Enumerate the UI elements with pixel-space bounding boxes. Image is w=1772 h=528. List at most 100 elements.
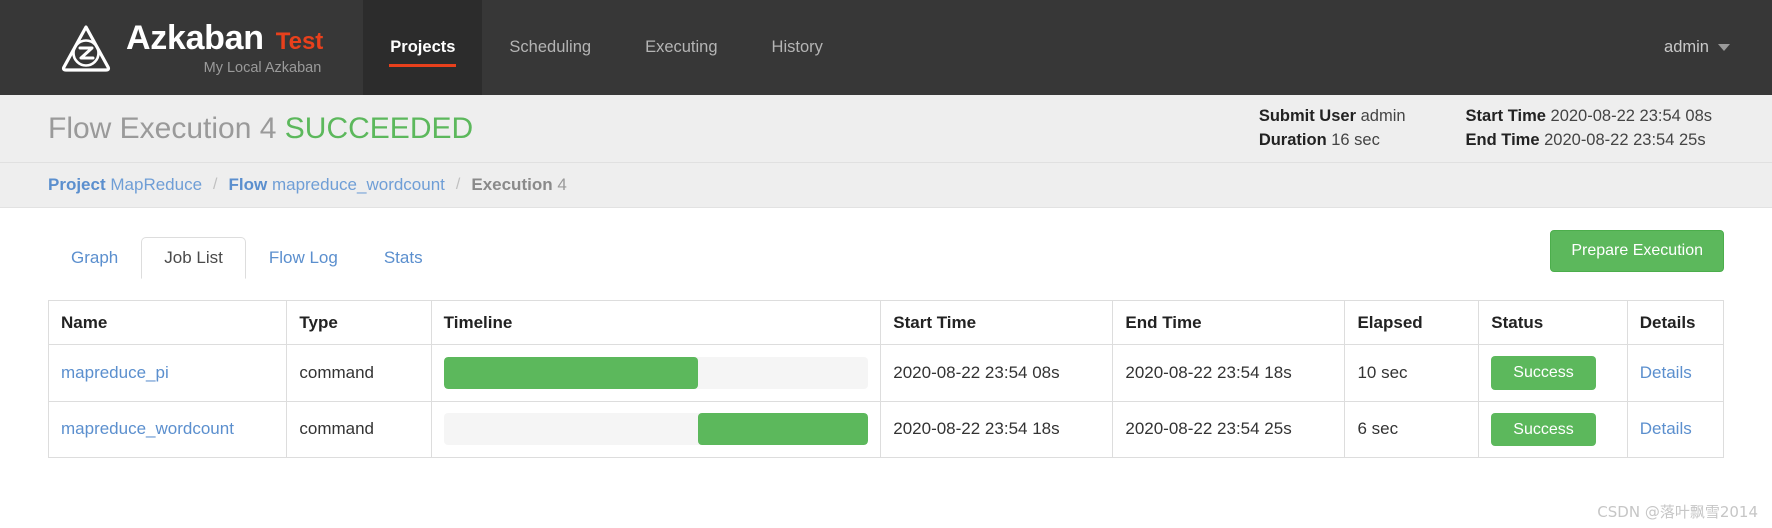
cell-end-time: 2020-08-22 23:54 18s	[1113, 345, 1345, 402]
end-time-label: End Time	[1466, 131, 1540, 149]
tab-stats[interactable]: Stats	[361, 237, 446, 279]
watermark: CSDN @落叶飘雪2014	[1597, 501, 1758, 522]
tab-flow-log[interactable]: Flow Log	[246, 237, 361, 279]
submit-user-value: admin	[1361, 107, 1406, 125]
col-header-elapsed: Elapsed	[1345, 301, 1479, 345]
brand[interactable]: Azkaban Test My Local Azkaban	[0, 0, 341, 95]
breadcrumb-project-label: Project	[48, 175, 106, 194]
nav-item-projects-label: Projects	[390, 38, 455, 57]
breadcrumb-separator-1: /	[213, 176, 217, 194]
page-title: Flow Execution 4 SUCCEEDED	[48, 112, 473, 146]
cell-elapsed: 10 sec	[1345, 345, 1479, 402]
user-menu-label: admin	[1664, 38, 1709, 56]
brand-environment: Test	[276, 28, 324, 56]
page-root: Azkaban Test My Local Azkaban Projects S…	[0, 0, 1772, 528]
azkaban-triangle-logo-icon	[60, 23, 112, 73]
end-time-value: 2020-08-22 23:54 25s	[1544, 131, 1705, 149]
breadcrumb-execution: Execution 4	[471, 175, 566, 195]
cell-job-type: command	[287, 401, 431, 458]
primary-nav: Projects Scheduling Executing History	[363, 0, 850, 95]
col-header-type: Type	[287, 301, 431, 345]
cell-start-time: 2020-08-22 23:54 08s	[881, 345, 1113, 402]
cell-timeline	[431, 401, 881, 458]
details-link[interactable]: Details	[1640, 419, 1692, 438]
start-time-row: Start Time 2020-08-22 23:54 08s	[1466, 107, 1712, 126]
execution-header: Flow Execution 4 SUCCEEDED Submit User a…	[0, 95, 1772, 163]
end-time-row: End Time 2020-08-22 23:54 25s	[1466, 131, 1712, 150]
col-header-end: End Time	[1113, 301, 1345, 345]
start-time-value: 2020-08-22 23:54 08s	[1551, 107, 1712, 125]
status-badge[interactable]: Success	[1491, 413, 1595, 447]
user-menu[interactable]: admin	[1664, 38, 1730, 57]
brand-name: Azkaban	[126, 19, 264, 58]
status-badge[interactable]: Success	[1491, 356, 1595, 390]
tab-job-list[interactable]: Job List	[141, 237, 246, 279]
breadcrumb-flow[interactable]: Flow mapreduce_wordcount	[229, 175, 445, 195]
table-row: mapreduce_wordcount command 2020-08-22 2…	[49, 401, 1724, 458]
cell-details: Details	[1627, 345, 1723, 402]
timeline-bar	[444, 357, 699, 389]
breadcrumb-flow-label: Flow	[229, 175, 268, 194]
tab-job-list-label: Job List	[164, 248, 223, 267]
cell-timeline	[431, 345, 881, 402]
timeline-track	[444, 413, 869, 445]
nav-item-scheduling[interactable]: Scheduling	[482, 0, 618, 95]
nav-item-executing-label: Executing	[645, 38, 717, 57]
cell-elapsed: 6 sec	[1345, 401, 1479, 458]
tab-graph[interactable]: Graph	[48, 237, 141, 279]
duration-value: 16 sec	[1331, 131, 1380, 149]
col-header-name: Name	[49, 301, 287, 345]
cell-start-time: 2020-08-22 23:54 18s	[881, 401, 1113, 458]
table-row: mapreduce_pi command 2020-08-22 23:54 08…	[49, 345, 1724, 402]
brand-subtitle: My Local Azkaban	[126, 60, 323, 76]
nav-item-projects[interactable]: Projects	[363, 0, 482, 95]
nav-item-scheduling-label: Scheduling	[509, 38, 591, 57]
cell-job-name: mapreduce_pi	[49, 345, 287, 402]
top-navbar: Azkaban Test My Local Azkaban Projects S…	[0, 0, 1772, 95]
col-header-timeline: Timeline	[431, 301, 881, 345]
job-name-link[interactable]: mapreduce_wordcount	[61, 419, 234, 438]
tab-graph-label: Graph	[71, 248, 118, 267]
breadcrumb-execution-label: Execution	[471, 175, 552, 194]
breadcrumb-execution-value: 4	[557, 175, 566, 194]
submit-user-label: Submit User	[1259, 107, 1356, 125]
job-name-link[interactable]: mapreduce_pi	[61, 363, 169, 382]
timeline-bar	[698, 413, 868, 445]
duration-row: Duration 16 sec	[1259, 131, 1406, 150]
nav-item-history[interactable]: History	[745, 0, 850, 95]
nav-item-history-label: History	[772, 38, 823, 57]
cell-status: Success	[1479, 401, 1627, 458]
main-content: Graph Job List Flow Log Stats Prepare Ex…	[0, 208, 1772, 458]
cell-details: Details	[1627, 401, 1723, 458]
col-header-details: Details	[1627, 301, 1723, 345]
tab-bar: Graph Job List Flow Log Stats Prepare Ex…	[48, 232, 1724, 278]
execution-meta: Submit User admin Duration 16 sec Start …	[1259, 95, 1772, 162]
execution-meta-col-left: Submit User admin Duration 16 sec	[1259, 107, 1466, 150]
job-list-table: Name Type Timeline Start Time End Time E…	[48, 300, 1724, 458]
cell-job-name: mapreduce_wordcount	[49, 401, 287, 458]
breadcrumb-project[interactable]: Project MapReduce	[48, 175, 202, 195]
duration-label: Duration	[1259, 131, 1327, 149]
breadcrumb-flow-value: mapreduce_wordcount	[272, 175, 445, 194]
details-link[interactable]: Details	[1640, 363, 1692, 382]
cell-end-time: 2020-08-22 23:54 25s	[1113, 401, 1345, 458]
start-time-label: Start Time	[1466, 107, 1546, 125]
nav-right: admin	[1664, 0, 1772, 95]
tab-stats-label: Stats	[384, 248, 423, 267]
tab-flow-log-label: Flow Log	[269, 248, 338, 267]
nav-item-executing[interactable]: Executing	[618, 0, 744, 95]
prepare-execution-button[interactable]: Prepare Execution	[1550, 230, 1724, 272]
page-title-text: Flow Execution 4	[48, 112, 276, 145]
breadcrumb-project-value: MapReduce	[110, 175, 202, 194]
execution-meta-col-right: Start Time 2020-08-22 23:54 08s End Time…	[1466, 107, 1772, 150]
breadcrumb: Project MapReduce / Flow mapreduce_wordc…	[0, 163, 1772, 208]
execution-status: SUCCEEDED	[285, 112, 473, 145]
cell-job-type: command	[287, 345, 431, 402]
col-header-start: Start Time	[881, 301, 1113, 345]
submit-user-row: Submit User admin	[1259, 107, 1406, 126]
col-header-status: Status	[1479, 301, 1627, 345]
breadcrumb-separator-2: /	[456, 176, 460, 194]
timeline-track	[444, 357, 869, 389]
chevron-down-icon	[1718, 44, 1730, 51]
table-header-row: Name Type Timeline Start Time End Time E…	[49, 301, 1724, 345]
